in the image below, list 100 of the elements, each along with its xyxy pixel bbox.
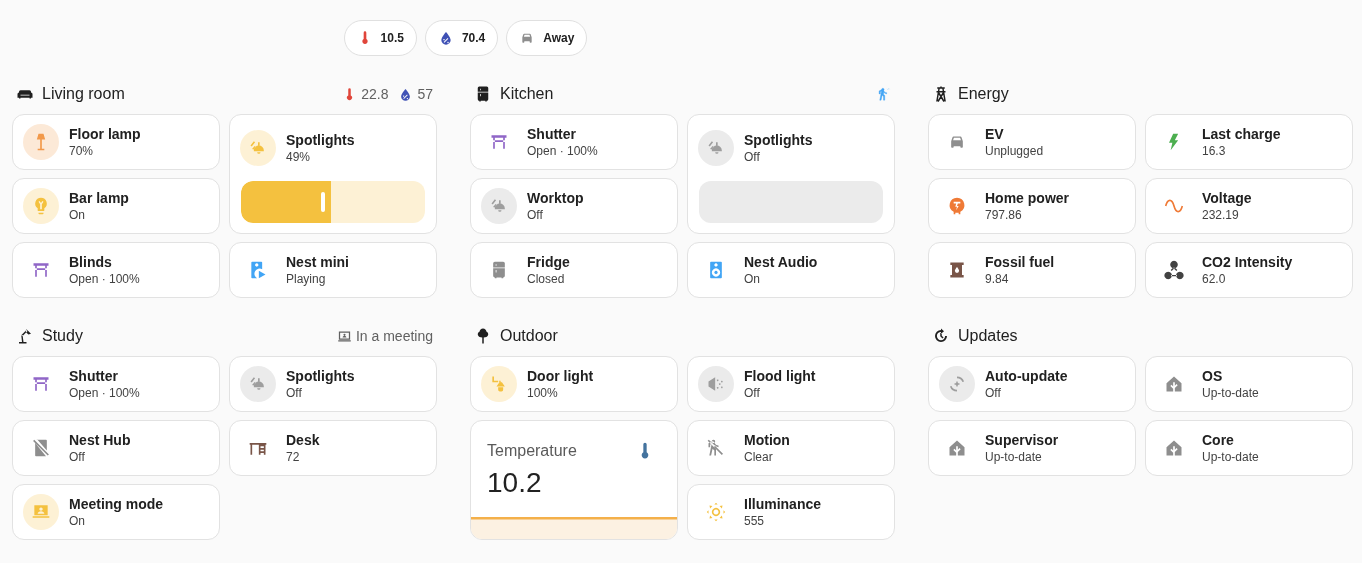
entity-name: Bar lamp [69,190,129,206]
status-badge[interactable]: Away [506,20,588,56]
entity-card[interactable]: Fossil fuel 9.84 [928,242,1136,298]
entity-card[interactable]: Floor lamp 70% [12,114,220,170]
badge-value: 10.5 [380,31,404,45]
entity-card[interactable]: Home power 797.86 [928,178,1136,234]
entity-state: Up-to-date [985,450,1043,464]
entity-state: 16.3 [1202,144,1227,158]
entity-name: Floor lamp [69,126,141,142]
header-reading: In a meeting [355,328,433,344]
entity-card[interactable]: Desk 72 [229,420,437,476]
entity-card[interactable]: Motion Clear [687,420,895,476]
entity-card[interactable]: Bar lamp On [12,178,220,234]
entity-state: Up-to-date [1202,450,1259,464]
section-title: Living room [42,85,125,103]
badge-value: 70.4 [461,31,486,45]
entity-state: Open · 100% [69,386,140,400]
entity-name: Flood light [744,368,816,384]
entity-card[interactable]: Nest Hub Off [12,420,220,476]
entity-name: Nest mini [286,254,349,270]
entity-card[interactable]: Last charge 16.3 [1145,114,1353,170]
house-icon [947,438,967,458]
entity-state: 72 [286,450,301,464]
entity-card[interactable]: Nest mini Playing [229,242,437,298]
entity-card[interactable]: CO2 Intensity 62.0 [1145,242,1353,298]
window-shutter-icon [489,132,509,152]
window-shutter-icon [31,374,51,394]
entity-name: Supervisor [985,432,1059,448]
refresh-icon [932,327,950,345]
entity-name: Nest Hub [69,432,131,448]
sensor-name: Temperature [487,442,577,460]
motion-sensor-icon [706,438,726,458]
entity-state: Unplugged [985,144,1044,158]
entity-state: Off [286,386,303,400]
entity-name: Core [1202,432,1235,448]
section-title: Updates [958,327,1018,345]
entity-state: Off [985,386,1002,400]
entity-state: 232.19 [1202,208,1240,222]
entity-name: Fossil fuel [985,254,1055,270]
header-reading: 57 [417,86,433,102]
house-icon [1164,438,1184,458]
entity-state: Playing [286,272,327,286]
sun-icon [706,502,726,522]
entity-state: 70% [69,144,95,158]
speaker-play-icon [248,260,268,280]
entity-name: Door light [527,368,594,384]
barrel-icon [947,260,967,280]
section-title: Study [42,327,83,345]
sensor-value: 10.2 [486,466,543,499]
power-socket-icon [947,196,967,216]
entity-name: Illuminance [744,496,822,512]
badge-value: Away [543,31,575,45]
header-reading: 22.8 [361,86,389,102]
entity-name: Spotlights [286,132,355,148]
entity-card[interactable]: Spotlights Off [229,356,437,412]
entity-name: Auto-update [985,368,1068,384]
entity-state: On [69,514,86,528]
sensor-card[interactable]: Temperature 10.2 [470,420,678,540]
entity-name: CO2 Intensity [1202,254,1293,270]
section-title: Outdoor [500,327,558,345]
house-icon [1164,374,1184,394]
entity-name: Spotlights [744,132,813,148]
status-badge[interactable]: 70.4 [424,20,499,56]
molecule-icon [1164,260,1184,280]
entity-state: 9.84 [985,272,1010,286]
entity-state: On [69,208,86,222]
entity-state: On [744,272,761,286]
entity-card[interactable]: Flood light Off [687,356,895,412]
entity-card[interactable]: Worktop Off [470,178,678,234]
entity-name: OS [1202,368,1224,384]
entity-card[interactable]: Shutter Open · 100% [470,114,678,170]
entity-card[interactable]: Blinds Open · 100% [12,242,220,298]
entity-name: EV [985,126,1005,142]
entity-card[interactable]: Illuminance 555 [687,484,895,540]
entity-state: 555 [744,514,766,528]
entity-name: Shutter [527,126,577,142]
entity-name: Meeting mode [69,496,164,512]
entity-card[interactable]: OS Up-to-date [1145,356,1353,412]
entity-name: Worktop [527,190,584,206]
entity-state: Closed [527,272,566,286]
entity-state: Off [527,208,544,222]
entity-card[interactable]: Meeting mode On [12,484,220,540]
entity-card[interactable]: Nest Audio On [687,242,895,298]
entity-state: Off [744,150,761,164]
entity-card[interactable]: Fridge Closed [470,242,678,298]
status-badge[interactable]: 10.5 [343,20,417,56]
entity-card[interactable]: EV Unplugged [928,114,1136,170]
entity-card[interactable]: Auto-update Off [928,356,1136,412]
entity-card[interactable]: Door light 100% [470,356,678,412]
entity-name: Motion [744,432,790,448]
desk-lamp-icon [16,327,34,345]
section-title: Energy [958,85,1009,103]
entity-card[interactable]: Shutter Open · 100% [12,356,220,412]
entity-card[interactable]: Voltage 232.19 [1145,178,1353,234]
entity-card[interactable]: Core Up-to-date [1145,420,1353,476]
entity-state: 49% [286,150,312,164]
entity-name: Last charge [1202,126,1281,142]
entity-card[interactable]: Supervisor Up-to-date [928,420,1136,476]
entity-name: Shutter [69,368,119,384]
entity-name: Home power [985,190,1069,206]
